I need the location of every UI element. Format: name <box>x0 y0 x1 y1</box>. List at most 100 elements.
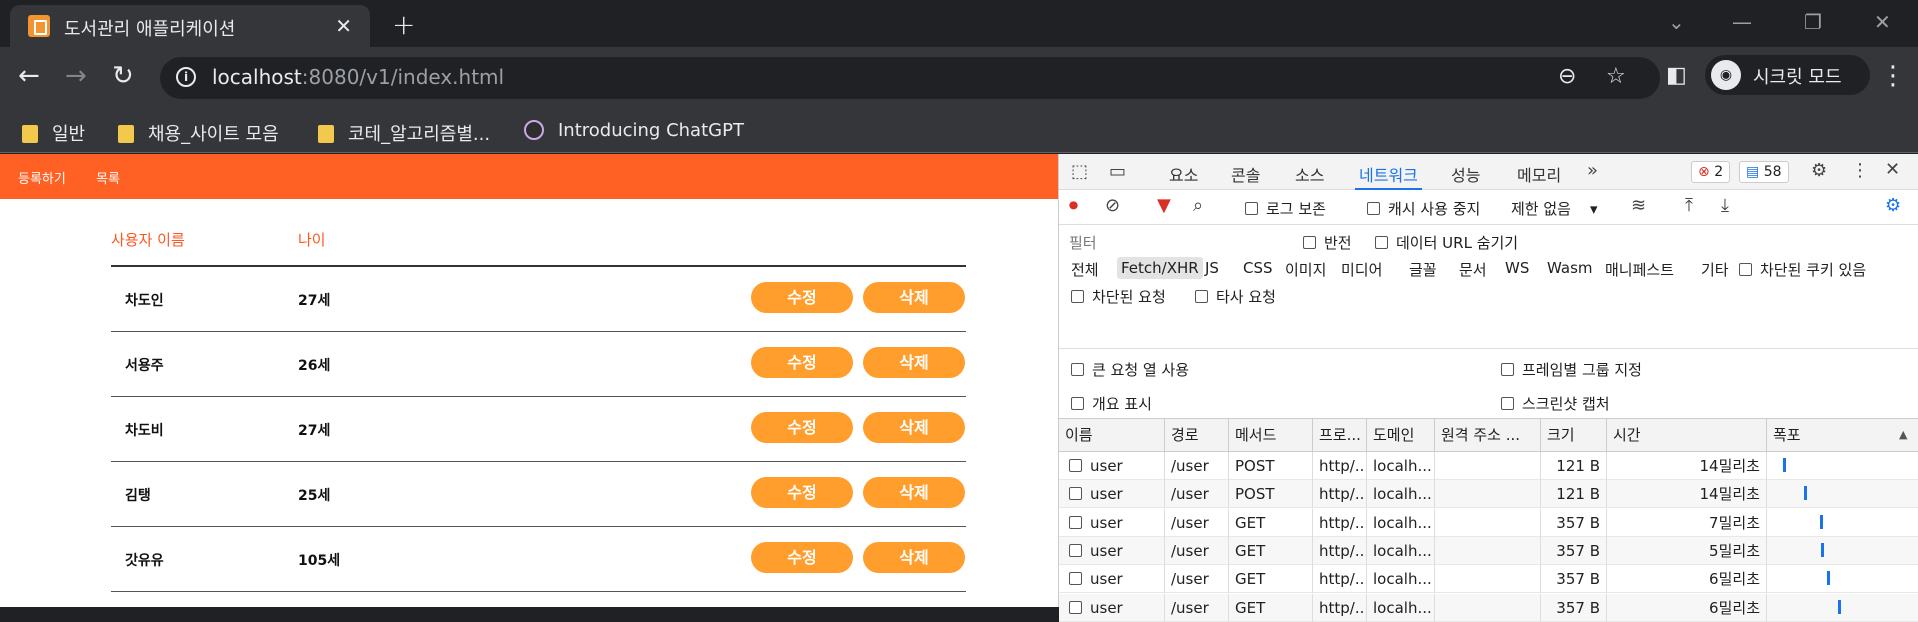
filter-type-9[interactable]: Wasm <box>1543 257 1597 279</box>
window-close-icon[interactable]: ✕ <box>1874 10 1891 34</box>
delete-button[interactable]: 삭제 <box>863 282 965 313</box>
filter-type-10[interactable]: 매니페스트 <box>1601 257 1678 282</box>
bookmark-item[interactable]: 채용_사이트 모음 <box>118 120 279 146</box>
more-tabs-icon[interactable]: » <box>1587 160 1598 181</box>
request-checkbox[interactable] <box>1069 487 1082 501</box>
side-panel-icon[interactable]: ◧ <box>1666 61 1687 91</box>
tab-search-icon[interactable]: ⌄ <box>1668 10 1685 34</box>
list-link[interactable]: 목록 <box>96 168 120 187</box>
url-text[interactable]: localhost:8080/v1/index.html <box>212 65 504 89</box>
screenshots-checkbox[interactable]: 스크린샷 캡처 <box>1501 393 1610 414</box>
disable-cache-checkbox[interactable]: 캐시 사용 중지 <box>1367 198 1480 219</box>
message-badge[interactable]: ▤ 58 <box>1739 161 1789 183</box>
network-settings-icon[interactable]: ⚙ <box>1885 195 1901 216</box>
browser-tab[interactable]: 도서관리 애플리케이션 ✕ <box>10 5 370 47</box>
filter-type-8[interactable]: WS <box>1501 257 1533 279</box>
delete-button[interactable]: 삭제 <box>863 412 965 443</box>
devtools-tab-active[interactable]: 네트워크 <box>1355 162 1422 190</box>
menu-kebab-icon[interactable]: ⋮ <box>1880 61 1906 91</box>
restore-icon[interactable]: ❐ <box>1804 10 1822 34</box>
record-icon[interactable]: ⏺ <box>1069 195 1078 216</box>
invert-checkbox[interactable]: 반전 <box>1303 232 1352 253</box>
inspect-icon[interactable]: ⬚ <box>1071 161 1088 182</box>
edit-button[interactable]: 수정 <box>751 347 853 378</box>
request-checkbox[interactable] <box>1069 515 1082 529</box>
minimize-icon[interactable]: — <box>1732 10 1752 34</box>
filter-type-3[interactable]: CSS <box>1239 257 1277 279</box>
grid-column-header[interactable]: 시간 <box>1607 419 1767 452</box>
device-toolbar-icon[interactable]: ▭ <box>1109 161 1126 182</box>
sort-ascending-icon[interactable]: ▲ <box>1899 428 1907 441</box>
request-row[interactable]: user/user GET http/... localh... 357 B 5밀리초 <box>1059 536 1918 565</box>
request-checkbox[interactable] <box>1069 543 1082 557</box>
delete-button[interactable]: 삭제 <box>863 347 965 378</box>
edit-button[interactable]: 수정 <box>751 282 853 313</box>
address-bar[interactable]: i localhost:8080/v1/index.html ⊖ ☆ <box>160 57 1660 99</box>
third-party-checkbox[interactable]: 타사 요청 <box>1195 286 1276 307</box>
request-row[interactable]: user/user POST http/... localh... 121 B 14밀리초 <box>1059 452 1918 480</box>
filter-type-0[interactable]: 전체 <box>1067 257 1103 282</box>
filter-type-4[interactable]: 이미지 <box>1281 257 1330 282</box>
filter-type-5[interactable]: 미디어 <box>1337 257 1386 282</box>
devtools-tab[interactable]: 성능 <box>1451 162 1480 186</box>
devtools-close-icon[interactable]: ✕ <box>1885 159 1900 180</box>
star-icon[interactable]: ☆ <box>1606 64 1626 89</box>
edit-button[interactable]: 수정 <box>751 477 853 508</box>
register-link[interactable]: 등록하기 <box>18 168 66 187</box>
close-tab-icon[interactable]: ✕ <box>335 14 352 38</box>
request-row[interactable]: user/user POST http/... localh... 121 B 14밀리초 <box>1059 480 1918 509</box>
error-badge[interactable]: ⊗ 2 <box>1691 161 1731 183</box>
hide-data-urls-checkbox[interactable]: 데이터 URL 숨기기 <box>1375 232 1518 253</box>
grid-column-header[interactable]: 프로... <box>1313 419 1367 452</box>
filter-icon[interactable]: ▼ <box>1157 195 1171 216</box>
incognito-indicator[interactable]: ◉ 시크릿 모드 <box>1705 55 1870 95</box>
forward-icon[interactable]: → <box>65 61 87 91</box>
request-checkbox[interactable] <box>1069 600 1082 614</box>
delete-button[interactable]: 삭제 <box>863 542 965 573</box>
edit-button[interactable]: 수정 <box>751 542 853 573</box>
blocked-cookies-checkbox[interactable]: 차단된 쿠키 있음 <box>1739 259 1866 280</box>
bookmark-item[interactable]: 일반 <box>22 120 85 146</box>
filter-type-11[interactable]: 기타 <box>1697 257 1733 282</box>
devtools-tab[interactable]: 소스 <box>1295 162 1324 186</box>
request-row[interactable]: user/user GET http/... localh... 357 B 6밀리초 <box>1059 565 1918 594</box>
filter-type-2[interactable]: JS <box>1201 257 1223 279</box>
devtools-tab[interactable]: 요소 <box>1169 162 1198 186</box>
bookmark-item[interactable]: Introducing ChatGPT <box>524 120 744 141</box>
delete-button[interactable]: 삭제 <box>863 477 965 508</box>
filter-input[interactable]: 필터 <box>1067 228 1287 254</box>
filter-type-1[interactable]: Fetch/XHR <box>1117 257 1203 279</box>
group-by-frame-checkbox[interactable]: 프레임별 그룹 지정 <box>1501 359 1642 380</box>
grid-column-header[interactable]: 도메인 <box>1367 419 1435 452</box>
network-conditions-icon[interactable]: ≋ <box>1631 195 1646 216</box>
request-checkbox[interactable] <box>1069 572 1082 586</box>
bookmark-item[interactable]: 코테_알고리즘별... <box>318 120 490 146</box>
filter-type-7[interactable]: 문서 <box>1455 257 1491 282</box>
blocked-requests-checkbox[interactable]: 차단된 요청 <box>1071 286 1166 307</box>
devtools-tab[interactable]: 콘솔 <box>1231 162 1260 186</box>
big-rows-checkbox[interactable]: 큰 요청 열 사용 <box>1071 359 1189 380</box>
grid-column-header[interactable]: 경로 <box>1165 419 1229 452</box>
info-icon[interactable]: i <box>176 67 196 87</box>
settings-icon[interactable]: ⚙ <box>1811 160 1827 181</box>
search-icon[interactable]: ⌕ <box>1193 195 1203 216</box>
overview-checkbox[interactable]: 개요 표시 <box>1071 393 1152 414</box>
throttle-select[interactable]: 제한 없음 ▾ <box>1511 198 1598 219</box>
request-row[interactable]: user/user GET http/... localh... 357 B 6밀리초 <box>1059 593 1918 622</box>
export-har-icon[interactable]: ⤓ <box>1721 195 1729 216</box>
grid-column-header[interactable]: 원격 주소 ... <box>1435 419 1541 452</box>
preserve-log-checkbox[interactable]: 로그 보존 <box>1245 198 1326 219</box>
devtools-tab[interactable]: 메모리 <box>1517 162 1561 186</box>
reload-icon[interactable]: ↻ <box>112 61 134 91</box>
new-tab-icon[interactable]: + <box>392 8 415 41</box>
request-checkbox[interactable] <box>1069 459 1082 472</box>
zoom-icon[interactable]: ⊖ <box>1558 64 1576 89</box>
import-har-icon[interactable]: ⤒ <box>1685 195 1693 216</box>
grid-column-header[interactable]: 크기 <box>1541 419 1607 452</box>
back-icon[interactable]: ← <box>18 61 40 91</box>
edit-button[interactable]: 수정 <box>751 412 853 443</box>
devtools-menu-icon[interactable]: ⋮ <box>1851 160 1869 181</box>
grid-column-header[interactable]: 폭포 <box>1767 419 1918 452</box>
clear-icon[interactable]: ⊘ <box>1105 195 1120 216</box>
filter-type-6[interactable]: 글꼴 <box>1405 257 1441 282</box>
